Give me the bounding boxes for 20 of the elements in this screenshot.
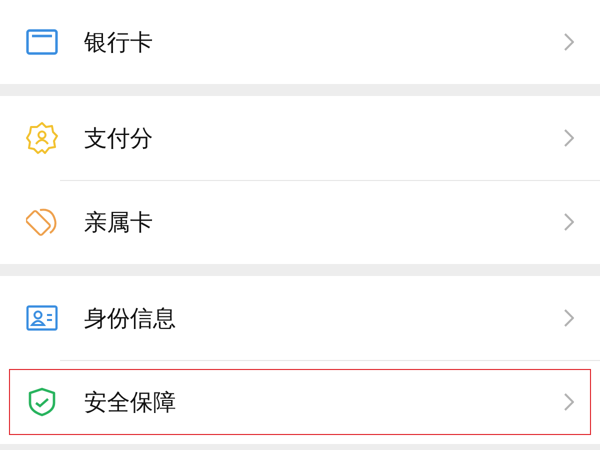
cards-icon <box>26 206 58 238</box>
menu-item-label: 亲属卡 <box>84 208 154 238</box>
menu-row[interactable]: 身份信息 <box>0 276 600 360</box>
menu-item-label: 银行卡 <box>84 28 154 58</box>
badge-icon <box>25 121 59 155</box>
menu-item-label: 安全保障 <box>84 388 177 418</box>
chevron-right-icon <box>564 33 574 51</box>
shield-check-icon <box>28 387 56 417</box>
id-card-icon <box>26 305 58 331</box>
menu-item-label: 支付分 <box>84 124 154 154</box>
card-icon <box>26 29 58 55</box>
menu-row[interactable]: 银行卡 <box>0 0 600 84</box>
menu-item-label: 身份信息 <box>84 304 177 334</box>
menu-row[interactable]: 安全保障 <box>0 360 600 444</box>
chevron-right-icon <box>564 309 574 327</box>
menu-row[interactable]: 亲属卡 <box>0 180 600 264</box>
chevron-right-icon <box>564 129 574 147</box>
menu-row[interactable]: 支付分 <box>0 96 600 180</box>
chevron-right-icon <box>564 213 574 231</box>
chevron-right-icon <box>564 393 574 411</box>
